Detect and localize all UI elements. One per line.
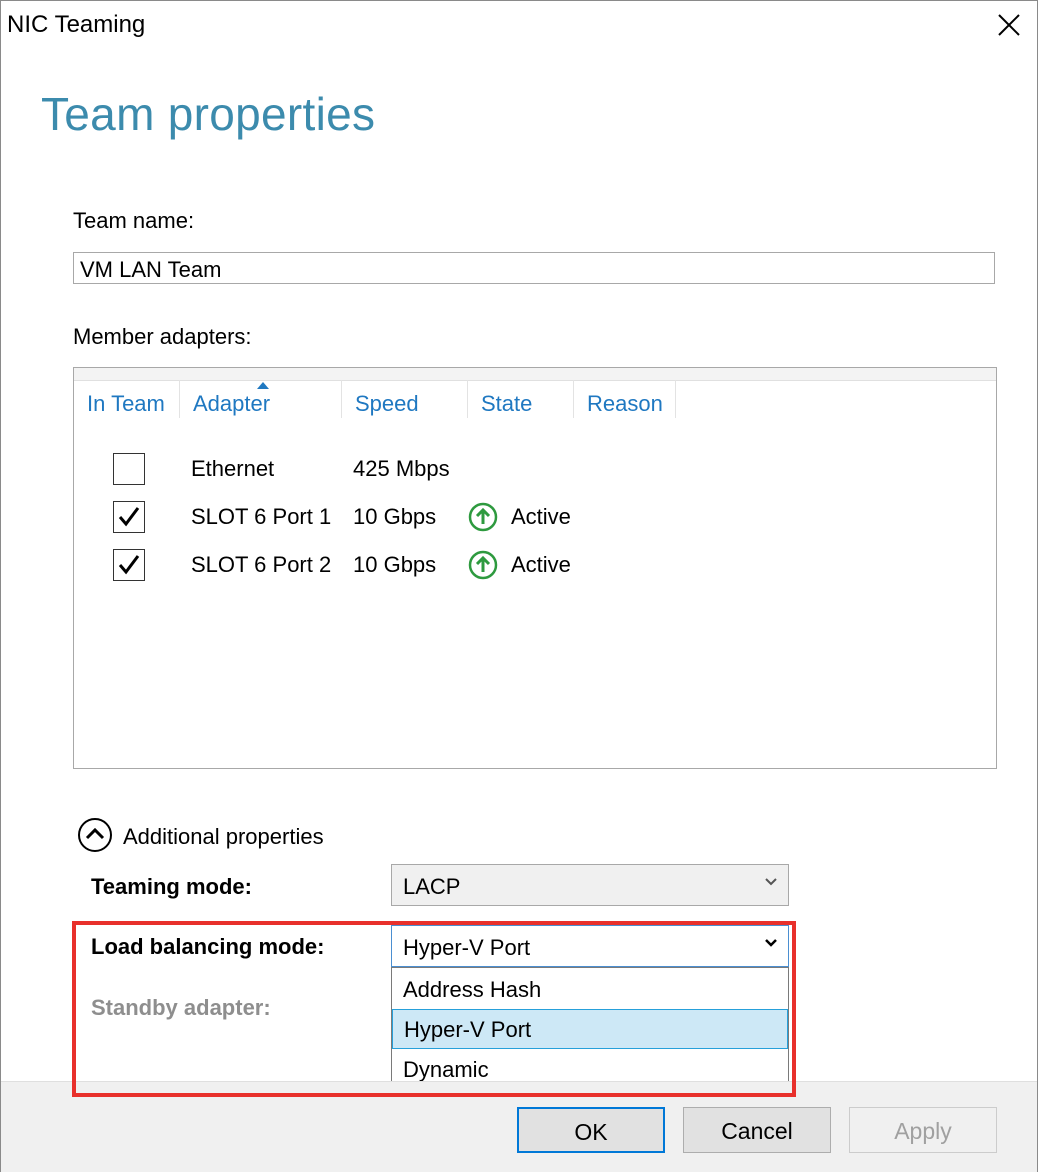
- checkmark-icon: [118, 507, 140, 527]
- teaming-mode-label: Teaming mode:: [91, 874, 252, 899]
- option-hyper-v-port[interactable]: Hyper-V Port: [392, 1009, 788, 1049]
- ok-button[interactable]: OK: [517, 1107, 665, 1153]
- checkmark-icon: [118, 555, 140, 575]
- table-row[interactable]: Ethernet 425 Mbps: [74, 450, 996, 490]
- chevron-down-icon: [765, 939, 777, 947]
- page-title: Team properties: [41, 88, 376, 140]
- team-name-label: Team name:: [73, 208, 195, 233]
- teaming-mode-value: LACP: [403, 874, 461, 899]
- additional-properties-toggle[interactable]: Additional properties: [123, 824, 324, 850]
- close-icon[interactable]: [995, 11, 1023, 39]
- nic-teaming-dialog: NIC Teaming Team properties Team name: V…: [0, 0, 1038, 1172]
- up-arrow-circle-icon: [468, 550, 498, 580]
- adapter-speed: 10 Gbps: [353, 504, 437, 529]
- adapter-name: SLOT 6 Port 2: [191, 552, 332, 577]
- load-balancing-mode-select[interactable]: Hyper-V Port: [391, 925, 789, 967]
- adapter-speed: 10 Gbps: [353, 552, 437, 577]
- option-address-hash[interactable]: Address Hash: [392, 970, 788, 1010]
- load-balancing-mode-label: Load balancing mode:: [91, 934, 325, 959]
- adapter-state: Active: [511, 552, 571, 577]
- table-row[interactable]: SLOT 6 Port 2 10 Gbps Active: [74, 546, 996, 586]
- table-row[interactable]: SLOT 6 Port 1 10 Gbps Active: [74, 498, 996, 538]
- load-balancing-options-list[interactable]: Address Hash Hyper-V Port Dynamic: [391, 967, 789, 1089]
- adapter-speed: 425 Mbps: [353, 456, 450, 481]
- adapter-name: SLOT 6 Port 1: [191, 504, 332, 529]
- adapter-name: Ethernet: [191, 456, 275, 481]
- member-adapters-list[interactable]: In Team Adapter Speed State Reason Ether…: [73, 367, 997, 769]
- in-team-checkbox[interactable]: [113, 453, 145, 485]
- apply-button[interactable]: Apply: [849, 1107, 997, 1153]
- member-adapters-label: Member adapters:: [73, 324, 252, 349]
- collapse-chevron-up-icon[interactable]: [77, 817, 113, 853]
- cancel-button[interactable]: Cancel: [683, 1107, 831, 1153]
- column-header-state[interactable]: State: [468, 380, 574, 418]
- title-bar: NIC Teaming: [1, 1, 1037, 49]
- in-team-checkbox[interactable]: [113, 501, 145, 533]
- load-balancing-mode-value: Hyper-V Port: [403, 935, 531, 960]
- column-header-adapter[interactable]: Adapter: [180, 380, 342, 418]
- column-header-speed[interactable]: Speed: [342, 380, 468, 418]
- adapter-state: Active: [511, 504, 571, 529]
- chevron-down-icon: [765, 878, 777, 886]
- column-header-reason[interactable]: Reason: [574, 380, 676, 418]
- up-arrow-circle-icon: [468, 502, 498, 532]
- window-title: NIC Teaming: [7, 11, 146, 38]
- column-header-in-team[interactable]: In Team: [74, 380, 180, 418]
- standby-adapter-label: Standby adapter:: [91, 995, 271, 1020]
- in-team-checkbox[interactable]: [113, 549, 145, 581]
- team-name-input[interactable]: VM LAN Team: [73, 252, 995, 284]
- teaming-mode-select[interactable]: LACP: [391, 864, 789, 906]
